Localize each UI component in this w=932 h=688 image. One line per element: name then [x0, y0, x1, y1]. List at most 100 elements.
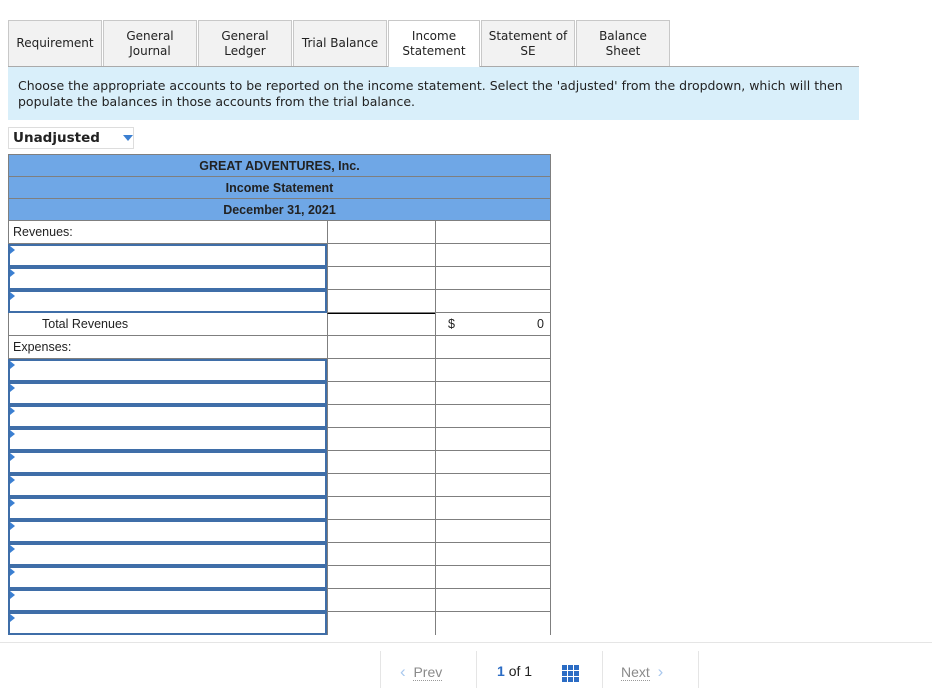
expense-row: [8, 520, 551, 543]
chevron-left-icon: ‹: [400, 662, 406, 681]
expense-total-cell[interactable]: [435, 382, 551, 405]
dropdown-marker-icon: [10, 568, 15, 576]
expense-amount-cell[interactable]: [327, 589, 435, 612]
dropdown-marker-icon: [10, 614, 15, 622]
expense-account-select[interactable]: [8, 589, 327, 612]
expense-amount-cell[interactable]: [327, 497, 435, 520]
tab-general-ledger[interactable]: General Ledger: [198, 20, 292, 66]
dropdown-marker-icon: [10, 499, 15, 507]
expense-rows: [8, 359, 551, 635]
expense-total-cell[interactable]: [435, 474, 551, 497]
expenses-label: Expenses:: [8, 336, 327, 359]
dropdown-marker-icon: [10, 453, 15, 461]
tab-general-journal[interactable]: General Journal: [103, 20, 197, 66]
caret-down-icon[interactable]: [123, 135, 133, 141]
expense-total-cell[interactable]: [435, 451, 551, 474]
revenue-total-cell[interactable]: [435, 267, 551, 290]
dropdown-marker-icon: [10, 246, 15, 254]
expense-amount-cell[interactable]: [327, 405, 435, 428]
expense-account-select[interactable]: [8, 612, 327, 635]
revenue-amount-cell[interactable]: [327, 267, 435, 290]
tab-income-statement[interactable]: Income Statement: [388, 20, 480, 67]
expenses-header-row: Expenses:: [8, 336, 551, 359]
revenue-account-select[interactable]: [8, 290, 327, 313]
expense-row: [8, 382, 551, 405]
expense-account-select[interactable]: [8, 543, 327, 566]
expense-amount-cell[interactable]: [327, 382, 435, 405]
expense-amount-cell[interactable]: [327, 566, 435, 589]
dropdown-marker-icon: [10, 522, 15, 530]
expense-account-select[interactable]: [8, 428, 327, 451]
prev-button[interactable]: ‹ Prev: [400, 662, 443, 682]
expense-total-cell[interactable]: [435, 566, 551, 589]
revenue-account-select[interactable]: [8, 244, 327, 267]
revenue-amount-cell[interactable]: [327, 290, 435, 313]
expense-total-cell[interactable]: [435, 543, 551, 566]
tab-requirement[interactable]: Requirement: [8, 20, 102, 66]
revenues-header-row: Revenues:: [8, 221, 551, 244]
tab-balance-sheet[interactable]: Balance Sheet: [576, 20, 670, 66]
expense-row: [8, 566, 551, 589]
expense-row: [8, 474, 551, 497]
empty-cell: [435, 221, 551, 244]
dropdown-marker-icon: [10, 292, 15, 300]
revenue-account-select[interactable]: [8, 267, 327, 290]
expense-account-select[interactable]: [8, 382, 327, 405]
expense-amount-cell[interactable]: [327, 428, 435, 451]
expense-amount-cell[interactable]: [327, 612, 435, 635]
expense-total-cell[interactable]: [435, 497, 551, 520]
expense-amount-cell[interactable]: [327, 474, 435, 497]
dropdown-marker-icon: [10, 430, 15, 438]
pagination-footer: ‹ Prev 1 of 1 Next ›: [0, 642, 932, 688]
revenue-amount-cell[interactable]: [327, 244, 435, 267]
expense-amount-cell[interactable]: [327, 359, 435, 382]
total-revenues-row: Total Revenues $ 0: [8, 313, 551, 336]
empty-cell: [327, 221, 435, 244]
divider: [380, 651, 381, 688]
tab-trial-balance[interactable]: Trial Balance: [293, 20, 387, 66]
tab-statement-of-se[interactable]: Statement of SE: [481, 20, 575, 66]
total-revenues-value: 0: [537, 317, 544, 331]
revenue-row: [8, 267, 551, 290]
expense-total-cell[interactable]: [435, 520, 551, 543]
grid-icon[interactable]: [562, 665, 579, 682]
expense-account-select[interactable]: [8, 497, 327, 520]
expense-row: [8, 543, 551, 566]
dropdown-marker-icon: [10, 545, 15, 553]
expense-account-select[interactable]: [8, 405, 327, 428]
revenue-total-cell[interactable]: [435, 290, 551, 313]
instructions-text: Choose the appropriate accounts to be re…: [18, 78, 843, 109]
instructions-panel: Choose the appropriate accounts to be re…: [8, 67, 859, 120]
total-revenues-label: Total Revenues: [8, 313, 327, 336]
empty-cell: [435, 336, 551, 359]
total-revenues-amount: $ 0: [435, 313, 551, 336]
expense-total-cell[interactable]: [435, 589, 551, 612]
expense-account-select[interactable]: [8, 451, 327, 474]
revenue-row: [8, 244, 551, 267]
dropdown-marker-icon: [10, 591, 15, 599]
revenue-total-cell[interactable]: [435, 244, 551, 267]
next-button[interactable]: Next ›: [621, 662, 663, 682]
expense-amount-cell[interactable]: [327, 520, 435, 543]
revenue-row: [8, 290, 551, 313]
dropdown-marker-icon: [10, 269, 15, 277]
expense-total-cell[interactable]: [435, 359, 551, 382]
expense-row: [8, 589, 551, 612]
expense-account-select[interactable]: [8, 359, 327, 382]
expense-total-cell[interactable]: [435, 612, 551, 635]
chevron-right-icon: ›: [657, 662, 664, 681]
expense-row: [8, 428, 551, 451]
expense-amount-cell[interactable]: [327, 543, 435, 566]
dropdown-marker-icon: [10, 476, 15, 484]
expense-amount-cell[interactable]: [327, 451, 435, 474]
expense-row: [8, 497, 551, 520]
expense-account-select[interactable]: [8, 566, 327, 589]
expense-account-select[interactable]: [8, 520, 327, 543]
expense-total-cell[interactable]: [435, 405, 551, 428]
expense-total-cell[interactable]: [435, 428, 551, 451]
adjustment-dropdown[interactable]: Unadjusted: [8, 127, 134, 149]
page-indicator: 1 of 1: [497, 663, 533, 679]
current-page: 1: [497, 663, 505, 679]
dropdown-marker-icon: [10, 361, 15, 369]
expense-account-select[interactable]: [8, 474, 327, 497]
